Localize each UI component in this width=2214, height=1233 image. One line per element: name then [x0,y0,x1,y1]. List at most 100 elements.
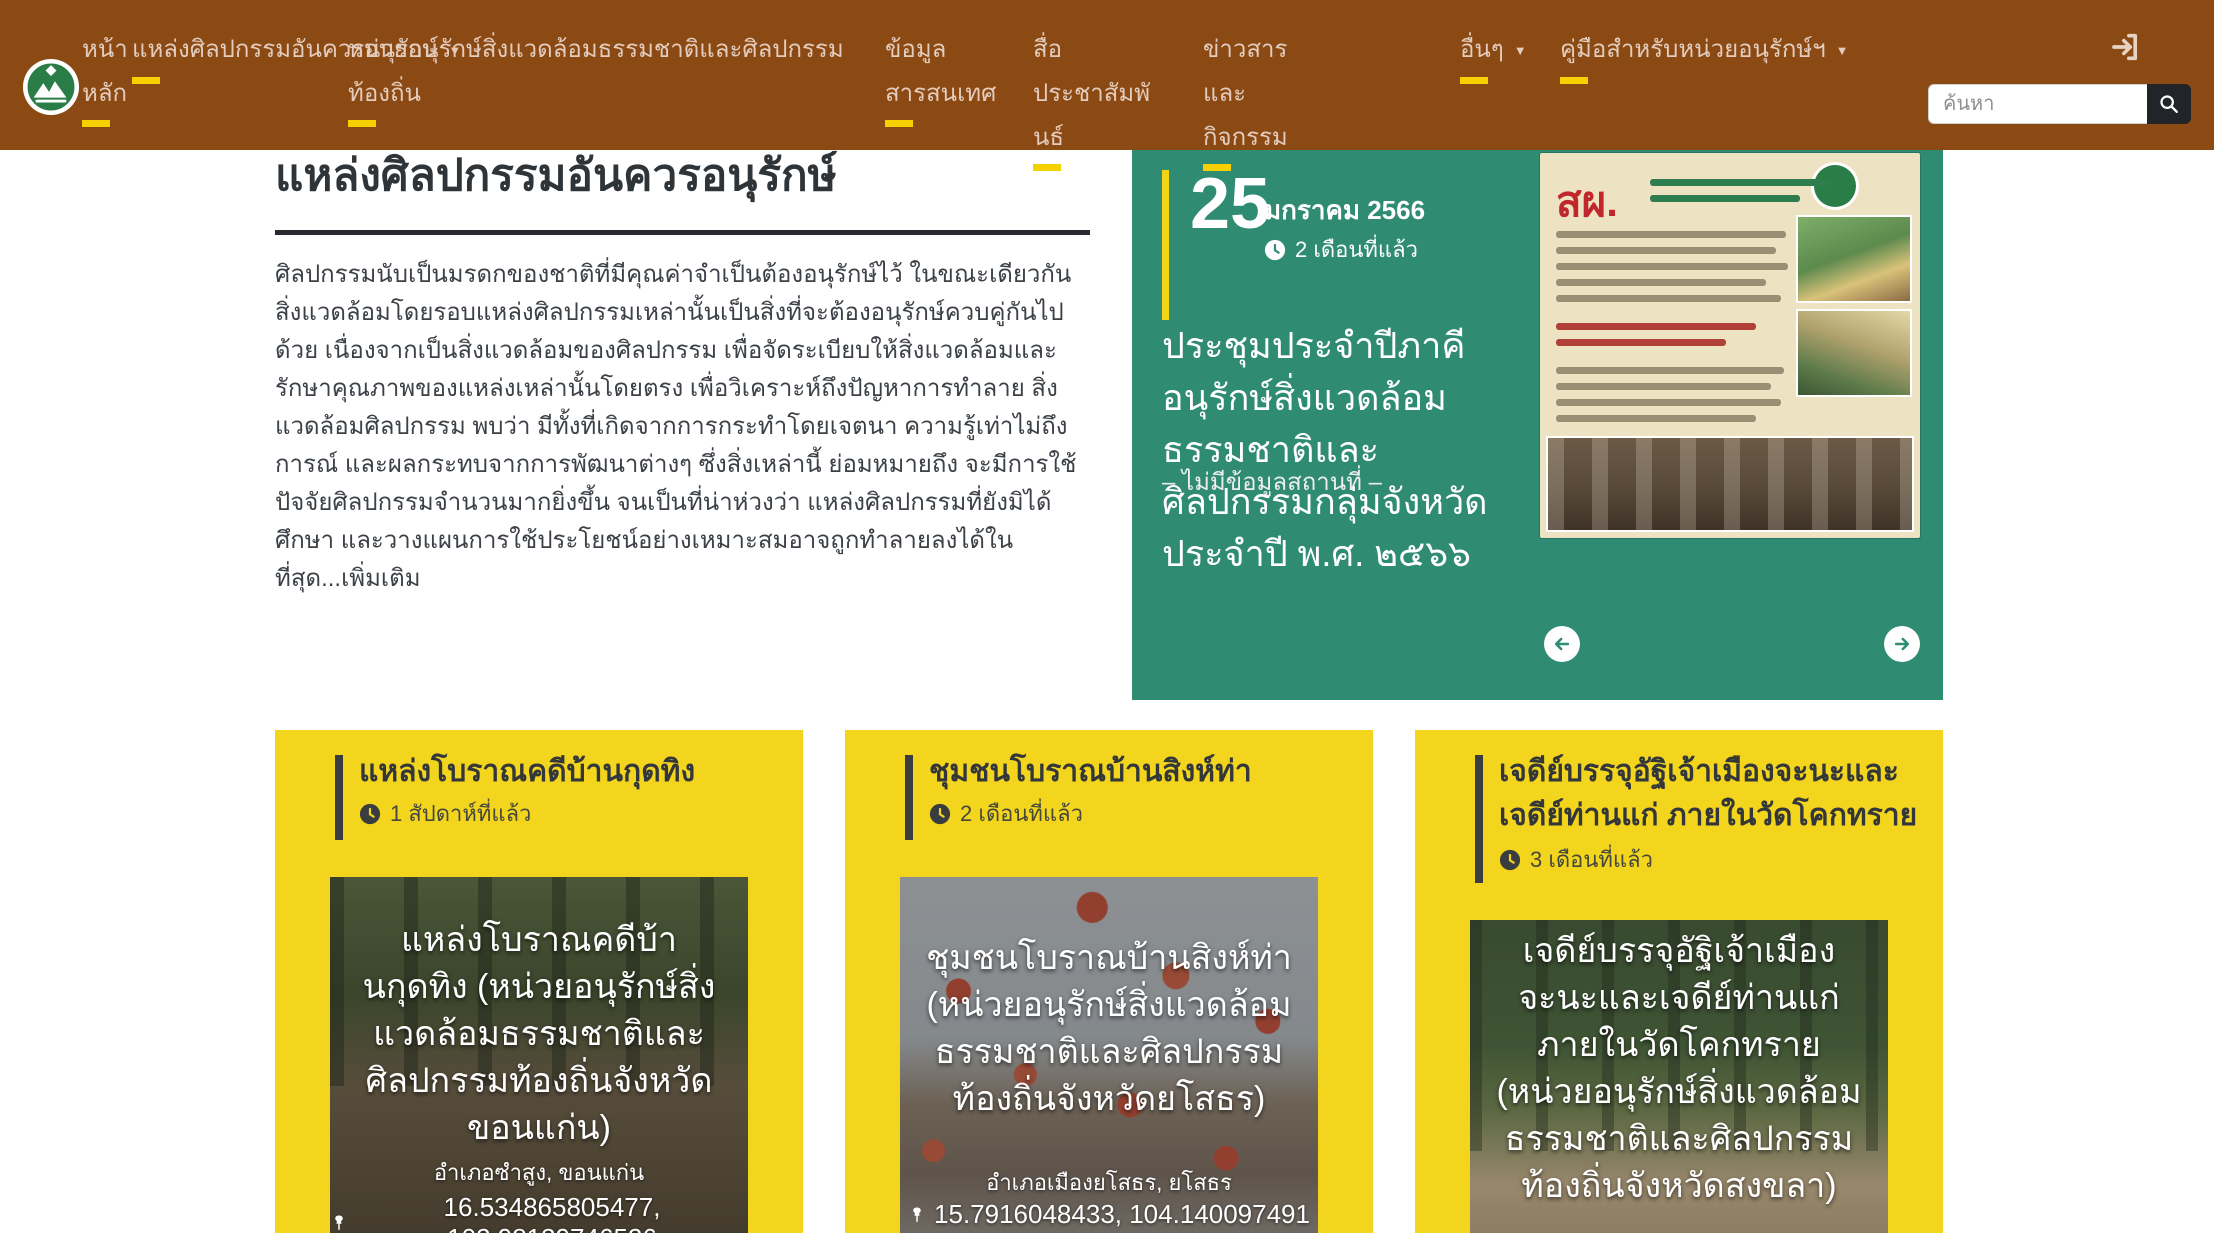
poster-text-line [1556,367,1784,374]
sign-in-icon [2108,30,2144,64]
image-overlay-coords: 16.534865805477, 102.98139746526 [330,1192,748,1233]
heritage-card[interactable]: เจดีย์บรรจุอัฐิเจ้าเมืองจะนะและเจดีย์ท่า… [1415,730,1943,1233]
navbar: หน้าหลัก แหล่งศิลปกรรมอันควรอนุรักษ์▼ หน… [0,0,2214,150]
card-title[interactable]: ชุมชนโบราณบ้านสิงห์ท่า [929,750,1349,794]
card-title[interactable]: เจดีย์บรรจุอัฐิเจ้าเมืองจะนะและเจดีย์ท่า… [1499,750,1919,838]
nav-active-underline [1560,77,1588,84]
nav-item-media[interactable]: สื่อประชาสัมพันธ์ [1033,28,1161,171]
pin-icon [908,1206,926,1224]
poster-text-line [1556,263,1788,270]
coords-text: 16.534865805477, 102.98139746526 [356,1192,748,1233]
arrow-left-icon [1552,634,1572,654]
nav-active-underline [348,120,376,127]
poster-headline-line [1650,179,1830,186]
clock-icon [1264,239,1286,261]
card-time-ago-label: 2 เดือนที่แล้ว [960,796,1083,831]
card-image[interactable]: แหล่งโบราณคดีบ้านกุดทิง (หน่วยอนุรักษ์สิ… [330,877,748,1233]
nav-item-news[interactable]: ข่าวสารและกิจกรรม [1203,28,1321,171]
search-icon [2158,93,2180,115]
page-title: แหล่งศิลปกรรมอันควรอนุรักษ์ [275,140,1095,210]
image-overlay-title: เจดีย์บรรจุอัฐิเจ้าเมืองจะนะและเจดีย์ท่า… [1495,928,1863,1210]
nav-active-underline [1033,164,1061,171]
poster-text-line [1556,383,1771,390]
featured-title[interactable]: ประชุมประจำปีภาคีอนุรักษ์สิ่งแวดล้อมธรรม… [1162,320,1492,580]
poster-text-line [1556,247,1776,254]
nav-active-underline [1203,164,1231,171]
nav-item-label: หน่วยอนุรักษ์สิ่งแวดล้อมธรรมชาติและศิลปก… [348,36,844,107]
search-input[interactable] [1928,84,2147,124]
image-overlay-location: อำเภอซำสูง, ขอนแก่น [330,1155,748,1190]
featured-accent-bar [1162,170,1169,320]
poster-brand-label: สผ. [1556,169,1618,235]
clock-icon [359,803,381,825]
image-overlay: แหล่งโบราณคดีบ้านกุดทิง (หน่วยอนุรักษ์สิ… [330,877,748,1233]
read-more-link[interactable]: ...เพิ่มเติม [321,565,420,592]
nav-item-information[interactable]: ข้อมูลสารสนเทศ [885,28,997,127]
poster-quote-line [1556,323,1756,330]
coords-text: 15.7916048433, 104.140097491 [934,1199,1310,1230]
searchbar [1928,84,2191,124]
nav-item-label: อื่นๆ [1460,36,1504,63]
poster-text-line [1556,295,1781,302]
card-time-ago-label: 3 เดือนที่แล้ว [1530,842,1653,877]
image-overlay: เจดีย์บรรจุอัฐิเจ้าเมืองจะนะและเจดีย์ท่า… [1470,920,1888,1233]
card-time-ago: 1 สัปดาห์ที่แล้ว [359,796,531,831]
nav-item-label: ข่าวสารและกิจกรรม [1203,36,1288,151]
featured-news-carousel: 25 มกราคม 2566 2 เดือนที่แล้ว ประชุมประจ… [1132,140,1943,700]
card-accent-bar [905,755,913,840]
poster-text-line [1556,415,1756,422]
heritage-card[interactable]: แหล่งโบราณคดีบ้านกุดทิง 1 สัปดาห์ที่แล้ว… [275,730,803,1233]
clock-icon [929,803,951,825]
poster-photo [1796,309,1912,397]
chevron-down-icon: ▼ [1514,43,1527,58]
page: 25 มกราคม 2566 2 เดือนที่แล้ว ประชุมประจ… [0,0,2214,1233]
chevron-down-icon: ▼ [1836,43,1849,58]
featured-poster-image[interactable]: สผ. [1540,153,1920,538]
clock-icon [1499,849,1521,871]
featured-date-day: 25 [1190,168,1270,240]
pin-icon [330,1214,348,1232]
nav-item-label: คู่มือสำหรับหน่วยอนุรักษ์ฯ [1560,36,1826,63]
carousel-prev-button[interactable] [1544,626,1580,662]
nav-item-manual[interactable]: คู่มือสำหรับหน่วยอนุรักษ์ฯ ▼ [1560,28,1849,84]
image-overlay: ชุมชนโบราณบ้านสิงห์ท่า (หน่วยอนุรักษ์สิ่… [900,877,1318,1233]
nav-item-others[interactable]: อื่นๆ ▼ [1460,28,1527,84]
login-button[interactable] [2108,30,2144,64]
poster-headline-line [1650,195,1800,202]
featured-location: – ไม่มีข้อมูลสถานที่ – [1162,462,1382,501]
poster-photo [1796,215,1912,303]
card-title[interactable]: แหล่งโบราณคดีบ้านกุดทิง [359,750,779,794]
image-overlay-location: อำเภอเมืองยโสธร, ยโสธร [900,1165,1318,1200]
nav-item-conservation-units[interactable]: หน่วยอนุรักษ์สิ่งแวดล้อมธรรมชาติและศิลปก… [348,28,868,127]
site-logo[interactable] [22,58,80,116]
poster-text-line [1556,279,1766,286]
arrow-right-icon [1892,634,1912,654]
title-divider [275,230,1090,235]
carousel-next-button[interactable] [1884,626,1920,662]
nav-item-label: ข้อมูลสารสนเทศ [885,36,996,107]
poster-group-photo [1546,436,1914,532]
poster-text-line [1556,399,1781,406]
poster-logo-icon [1814,165,1856,207]
card-image[interactable]: ชุมชนโบราณบ้านสิงห์ท่า (หน่วยอนุรักษ์สิ่… [900,877,1318,1233]
card-accent-bar [335,755,343,840]
nav-active-underline [1460,77,1488,84]
search-button[interactable] [2147,84,2191,124]
nav-active-underline [132,77,160,84]
card-time-ago: 2 เดือนที่แล้ว [929,796,1083,831]
heritage-card[interactable]: ชุมชนโบราณบ้านสิงห์ท่า 2 เดือนที่แล้ว ชุ… [845,730,1373,1233]
card-image[interactable]: เจดีย์บรรจุอัฐิเจ้าเมืองจะนะและเจดีย์ท่า… [1470,920,1888,1233]
card-accent-bar [1475,755,1483,883]
intro-body-text: ศิลปกรรมนับเป็นมรดกของชาติที่มีคุณค่าจำเ… [275,261,1076,592]
featured-date-month: มกราคม 2566 [1264,190,1425,231]
nav-item-label: สื่อประชาสัมพันธ์ [1033,36,1150,151]
nav-active-underline [885,120,913,127]
nav-item-label: หน้าหลัก [82,36,128,107]
card-time-ago: 3 เดือนที่แล้ว [1499,842,1653,877]
poster-quote-line [1556,339,1726,346]
image-overlay-coords: 15.7916048433, 104.140097491 [900,1199,1318,1230]
card-time-ago-label: 1 สัปดาห์ที่แล้ว [390,796,531,831]
image-overlay-title: แหล่งโบราณคดีบ้านกุดทิง (หน่วยอนุรักษ์สิ… [355,917,723,1152]
featured-time-ago-label: 2 เดือนที่แล้ว [1295,232,1418,267]
image-overlay-title: ชุมชนโบราณบ้านสิงห์ท่า (หน่วยอนุรักษ์สิ่… [925,935,1293,1123]
